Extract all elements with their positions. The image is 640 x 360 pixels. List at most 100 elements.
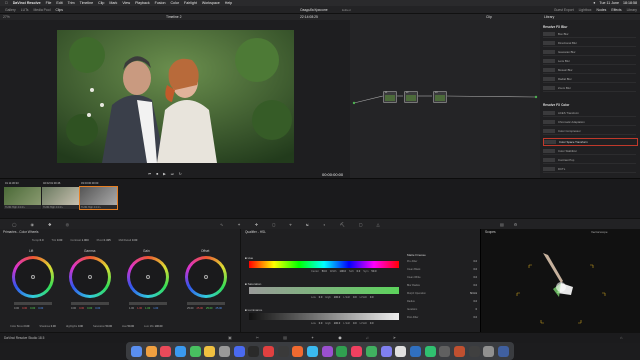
luminance-values[interactable]: Low 0.0 High 100.0 L.Soft 0.0 H.Soft 0.0 <box>311 322 373 325</box>
fx-item[interactable]: Zoom Blur <box>543 85 636 92</box>
node-editor[interactable]: 01 02 03 <box>350 20 540 178</box>
wifi-icon[interactable]: ● <box>593 1 595 5</box>
shadows-field[interactable]: Shadows 0.00 <box>39 325 55 328</box>
color-wheels-icon[interactable]: ❖ <box>48 222 52 227</box>
dock-app-icon[interactable] <box>189 345 201 357</box>
scope-mode-select[interactable]: Vectorscope <box>591 230 608 234</box>
node-01[interactable]: 01 <box>383 91 397 103</box>
dock-app-icon[interactable] <box>351 345 363 357</box>
dock-app-icon[interactable] <box>277 345 289 357</box>
gallery-button[interactable]: Gallery <box>5 8 16 12</box>
menu-timeline[interactable]: Timeline <box>80 1 93 5</box>
camera-raw-icon[interactable]: ◯ <box>12 222 16 227</box>
saturation-bar[interactable] <box>249 287 399 294</box>
dock-app-icon[interactable] <box>409 345 421 357</box>
gamma-wheel[interactable] <box>69 256 111 298</box>
tracker-icon[interactable]: ⌖ <box>289 222 291 227</box>
fx-item[interactable]: DCTL <box>543 166 636 173</box>
fairlight-page-icon[interactable]: ♫ <box>366 335 369 340</box>
home-icon[interactable]: ⌂ <box>620 335 622 340</box>
dock-app-icon[interactable] <box>174 345 186 357</box>
fx-item[interactable]: Gaussian Blur <box>543 49 636 56</box>
scopes-toggle-icon[interactable]: ▤ <box>500 222 504 227</box>
dock-app-icon[interactable] <box>204 345 216 357</box>
dock-app-icon[interactable] <box>263 345 275 357</box>
menu-playback[interactable]: Playback <box>135 1 150 5</box>
sizing-icon[interactable]: ▢ <box>359 222 363 227</box>
fx-item-selected[interactable]: Color Space Transform <box>543 138 638 146</box>
next-frame-icon[interactable]: ⏭ <box>171 172 174 176</box>
warper-icon[interactable]: ✦ <box>237 222 240 227</box>
clip-thumbnail[interactable]: 02 02:01:30:46 H.264 High 4:2:2 L <box>42 182 79 209</box>
dock-app-icon[interactable] <box>468 345 480 357</box>
dock-app-icon[interactable] <box>292 345 304 357</box>
fusion-page-icon[interactable]: ✦ <box>311 335 314 340</box>
matte-row[interactable]: Clean White 0.0 <box>407 276 477 284</box>
curves-icon[interactable]: ∿ <box>220 222 223 227</box>
settings-icon[interactable]: ⚙ <box>514 222 518 227</box>
gain-master-slider[interactable] <box>129 302 167 305</box>
library-button[interactable]: Library <box>627 8 637 12</box>
menu-app[interactable]: DaVinci Resolve <box>13 1 41 5</box>
matte-row[interactable]: Blur Radius 0.0 <box>407 284 477 292</box>
crosshair-icon[interactable] <box>31 275 35 279</box>
dock-app-icon[interactable] <box>248 345 260 357</box>
dock-app-icon[interactable] <box>395 345 407 357</box>
crosshair-icon[interactable] <box>204 275 208 279</box>
temp-field[interactable]: Temp 0.0 <box>32 238 44 242</box>
saturation-values[interactable]: Low 0.0 High 100.0 L.Soft 0.0 H.Soft 0.0 <box>311 296 373 299</box>
gamma-master-slider[interactable] <box>71 302 109 305</box>
prev-frame-icon[interactable]: ⏮ <box>148 172 151 176</box>
guest-export-button[interactable]: Guest Export <box>554 8 574 12</box>
media-pool-button[interactable]: Media Pool <box>33 8 50 12</box>
luminance-bar[interactable] <box>249 313 399 320</box>
dock-app-icon[interactable] <box>380 345 392 357</box>
fx-item[interactable]: Directional Blur <box>543 40 636 47</box>
node-mode[interactable]: Clip <box>486 15 492 19</box>
dock-app-icon[interactable] <box>145 345 157 357</box>
3d-icon[interactable]: △ <box>377 222 380 227</box>
dock-app-icon[interactable] <box>439 345 451 357</box>
gain-wheel[interactable] <box>127 256 169 298</box>
color-match-icon[interactable]: ◉ <box>30 222 34 227</box>
cut-page-icon[interactable]: ✂ <box>256 335 259 340</box>
menu-color[interactable]: Color <box>170 1 179 5</box>
matte-row[interactable]: Iterations 0 <box>407 308 477 316</box>
window-icon[interactable]: ◻ <box>272 222 275 227</box>
fx-item[interactable]: Mosaic Blur <box>543 67 636 74</box>
tint-field[interactable]: Tint 0.00 <box>52 238 63 242</box>
fx-item[interactable]: Chromatic Adaptation <box>543 119 636 126</box>
fx-item[interactable]: ACES Transform <box>543 110 636 117</box>
dock-app-icon[interactable] <box>307 345 319 357</box>
section-color[interactable]: Resolve FX Color <box>543 103 569 107</box>
lift-values[interactable]: 0.00 0.00 0.00 0.00 <box>14 307 43 310</box>
hue-bar[interactable] <box>249 261 399 268</box>
media-page-icon[interactable]: ▣ <box>228 335 232 340</box>
dock-app-icon[interactable] <box>160 345 172 357</box>
effects-button[interactable]: Effects <box>611 8 621 12</box>
mid-detail-field[interactable]: Mid/Detail 0.00 <box>119 238 138 242</box>
highlights-field[interactable]: Highlights 0.00 <box>66 325 83 328</box>
qualifier-icon[interactable]: ✛ <box>255 222 258 227</box>
menu-view[interactable]: View <box>122 1 130 5</box>
offset-master-slider[interactable] <box>187 302 225 305</box>
dock-app-icon[interactable] <box>336 345 348 357</box>
crosshair-icon[interactable] <box>88 275 92 279</box>
blur-icon[interactable]: ◐ <box>323 222 325 227</box>
nodes-button[interactable]: Nodes <box>597 8 607 12</box>
hue-values[interactable]: Center 50.0 Width 100.0 Soft 0.0 Sym 50.0 <box>311 270 376 273</box>
fx-item[interactable]: Box Blur <box>543 31 636 38</box>
dock-app-icon[interactable] <box>424 345 436 357</box>
clip-thumbnail-selected[interactable]: 03 00:00:00:00 H.264 High 4:2:2 L <box>79 182 118 210</box>
matte-row[interactable]: Morph Operation Shrink <box>407 292 477 300</box>
crosshair-icon[interactable] <box>146 275 150 279</box>
key-icon[interactable]: ⛏ <box>340 222 345 227</box>
section-blur[interactable]: Resolve FX Blur <box>543 25 567 29</box>
zoom-level[interactable]: 27% <box>3 15 10 19</box>
deliver-page-icon[interactable]: ➤ <box>393 335 396 340</box>
lift-wheel[interactable] <box>12 256 54 298</box>
play-icon[interactable]: ▶ <box>163 172 166 176</box>
stop-icon[interactable]: ■ <box>156 172 158 176</box>
fx-item[interactable]: Radial Blur <box>543 76 636 83</box>
menu-workspace[interactable]: Workspace <box>202 1 220 5</box>
